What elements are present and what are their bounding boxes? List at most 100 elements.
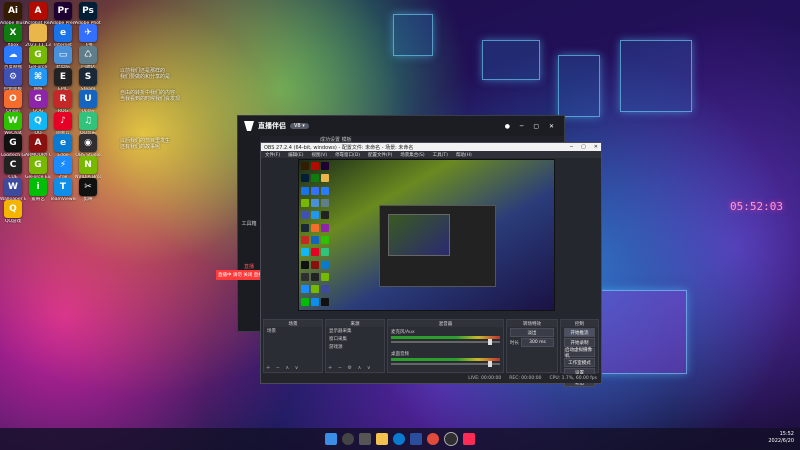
minimize-icon[interactable]: ─ [570,144,573,150]
desktop-app-icon: Ps [79,2,97,20]
desktop-icon[interactable]: ✈飞书 [76,24,100,48]
desktop-icon[interactable]: 2023.11.13 [25,24,51,48]
volume-slider[interactable] [391,339,500,345]
desktop-icon[interactable]: eInternet [51,24,75,48]
system-tray[interactable]: 15:52 2022/6/20 [768,431,794,445]
desktop-icon[interactable]: EEPIC [51,68,75,92]
desktop-icon[interactable]: GGeForce Experience [25,156,51,180]
volume-meter [391,336,500,339]
desktop-icon[interactable]: GGOG [26,90,50,114]
overlay-line: 我们要做的和分享的是 [120,74,171,80]
tray-time: 15:52 [779,431,794,437]
studio-mode-button[interactable]: 工作室模式 [564,358,595,367]
desktop-icon[interactable]: AARMOURY CRATE [25,134,51,158]
desktop-icon[interactable]: ✂ 剪映 [76,178,100,202]
preview-mini-icon [321,186,329,195]
desktop-icon[interactable]: PsAdobe Photoshop [75,2,101,26]
mixer-track-label: 桌面音频 [391,352,409,357]
desktop-icon[interactable]: UUplay [76,90,100,114]
obs-titlebar[interactable]: OBS 27.2.4 (64-bit, windows) - 配置文件: 未命名… [261,143,601,151]
sidebar-item-live[interactable]: 直播 [238,263,260,270]
chrome-icon[interactable] [427,433,439,445]
desktop-icon[interactable]: ♫QQ音乐 [76,112,100,136]
obs-menu-item[interactable]: 工具(T) [433,152,448,158]
scene-item[interactable]: 场景 [264,327,322,335]
start-streaming-button[interactable]: 开始推流 [564,328,595,337]
desktop-icon[interactable]: NNVIDIA Broadcast [75,156,101,180]
desktop-icon[interactable]: WWallpaper Engine [0,178,26,202]
sidebar-item-toolbox[interactable]: 工具箱 [238,220,260,227]
preview-mini-icon [321,198,329,207]
desktop-icon[interactable]: ⌘网络 [26,68,50,92]
obs-menu-item[interactable]: 文件(F) [265,152,280,158]
source-item[interactable]: 显示器采集 [326,327,384,335]
desktop-icon[interactable]: ☁百度网盘 [1,46,25,70]
source-item[interactable]: 游戏源 [326,343,384,351]
desktop-icon[interactable]: AAcrobat Reader DC [25,2,51,26]
desktop-icon[interactable]: QQQ [26,112,50,136]
desktop-icon[interactable]: AiAdobe Illustrator [0,2,26,26]
virtual-camera-button[interactable]: 启动虚拟摄像机 [564,348,595,359]
maximize-icon[interactable]: ▢ [581,144,586,150]
desktop-icon[interactable]: Q QQ游戏 [1,200,25,224]
desktop-icon[interactable]: OOrigin [1,90,25,114]
preview-mini-icon [301,248,309,257]
preview-mini-icon [311,174,319,183]
live-assistant-taskbar-icon[interactable] [463,433,475,445]
obs-menu-item[interactable]: 视图(V) [311,152,327,158]
obs-window[interactable]: OBS 27.2.4 (64-bit, windows) - 配置文件: 未命名… [260,142,602,387]
scene-dock-footer-icons[interactable]: + − ∧ ∨ [266,365,300,371]
search-icon[interactable] [342,433,354,445]
preview-mini-icon [311,186,319,195]
desktop-icon[interactable]: PrAdobe Premiere [50,2,76,26]
desktop-icon[interactable]: ⚙控制面板 [1,68,25,92]
desktop-icon[interactable]: eEdge [51,134,75,158]
obs-menu-item[interactable]: 场景集合(S) [400,152,424,158]
desktop-icon[interactable]: T TeamViewer [50,178,76,202]
file-explorer-icon[interactable] [376,433,388,445]
desktop-app-icon: S [79,68,97,86]
desktop-app-icon: R [54,90,72,108]
live-assistant-titlebar[interactable]: 直播伴侣 V8 ▾ ● ─ ▢ ✕ [238,116,564,136]
desktop-icon[interactable]: CCUE [1,156,25,180]
preview-mini-icon [321,223,329,232]
preview-mini-icon [301,272,309,281]
close-icon[interactable]: ✕ [594,144,598,150]
obs-taskbar-icon[interactable] [444,432,458,446]
source-item[interactable]: 窗口采集 [326,335,384,343]
version-badge[interactable]: V8 ▾ [290,123,309,129]
desktop-icon[interactable]: GGeForce [26,46,50,70]
source-dock-footer-icons[interactable]: + − ⚙ ∧ ∨ [328,365,373,371]
start-icon[interactable] [325,433,337,445]
duration-label: 时长 [510,340,519,346]
desktop-icon[interactable]: i 爱奇艺 [26,178,50,202]
desktop-icon[interactable]: WWeChat [1,112,25,136]
preview-mini-icon [301,211,309,220]
desktop-icon[interactable]: ▭此电脑 [51,46,75,70]
desktop-icon[interactable]: ♺回收站 [76,46,100,70]
desktop-icon[interactable]: ♪网易云 [51,112,75,136]
duration-input[interactable]: 300 ms [521,338,554,347]
desktop-icon[interactable]: GLogitech G [1,134,25,158]
desktop-icon[interactable]: XXbox [1,24,25,48]
obs-menu-item[interactable]: 帮助(H) [456,152,472,158]
preview-mini-icon [321,272,329,281]
preview-nested-obs [379,205,496,287]
obs-preview-canvas[interactable] [298,159,555,311]
obs-menu-item[interactable]: 停靠窗口(D) [335,152,360,158]
window-controls[interactable]: ● ─ ▢ ✕ [505,123,558,130]
desktop-icon[interactable]: RROG [51,90,75,114]
mixer-dock-header: 混音器 [388,320,503,327]
volume-meter [391,358,500,361]
transition-select[interactable]: 淡出 [510,328,554,337]
scenes-dock: 场景 场景 + − ∧ ∨ [263,319,323,373]
desktop-icon[interactable]: ⚡迅雷 [51,156,75,180]
edge-icon[interactable] [393,433,405,445]
task-view-icon[interactable] [359,433,371,445]
desktop-icon[interactable]: ◉OBS Studio [75,134,101,158]
obs-menu-item[interactable]: 配置文件(P) [368,152,392,158]
store-icon[interactable] [410,433,422,445]
desktop-icon[interactable]: SSteam [76,68,100,92]
volume-slider[interactable] [391,361,500,367]
obs-menu-item[interactable]: 编辑(E) [288,152,303,158]
